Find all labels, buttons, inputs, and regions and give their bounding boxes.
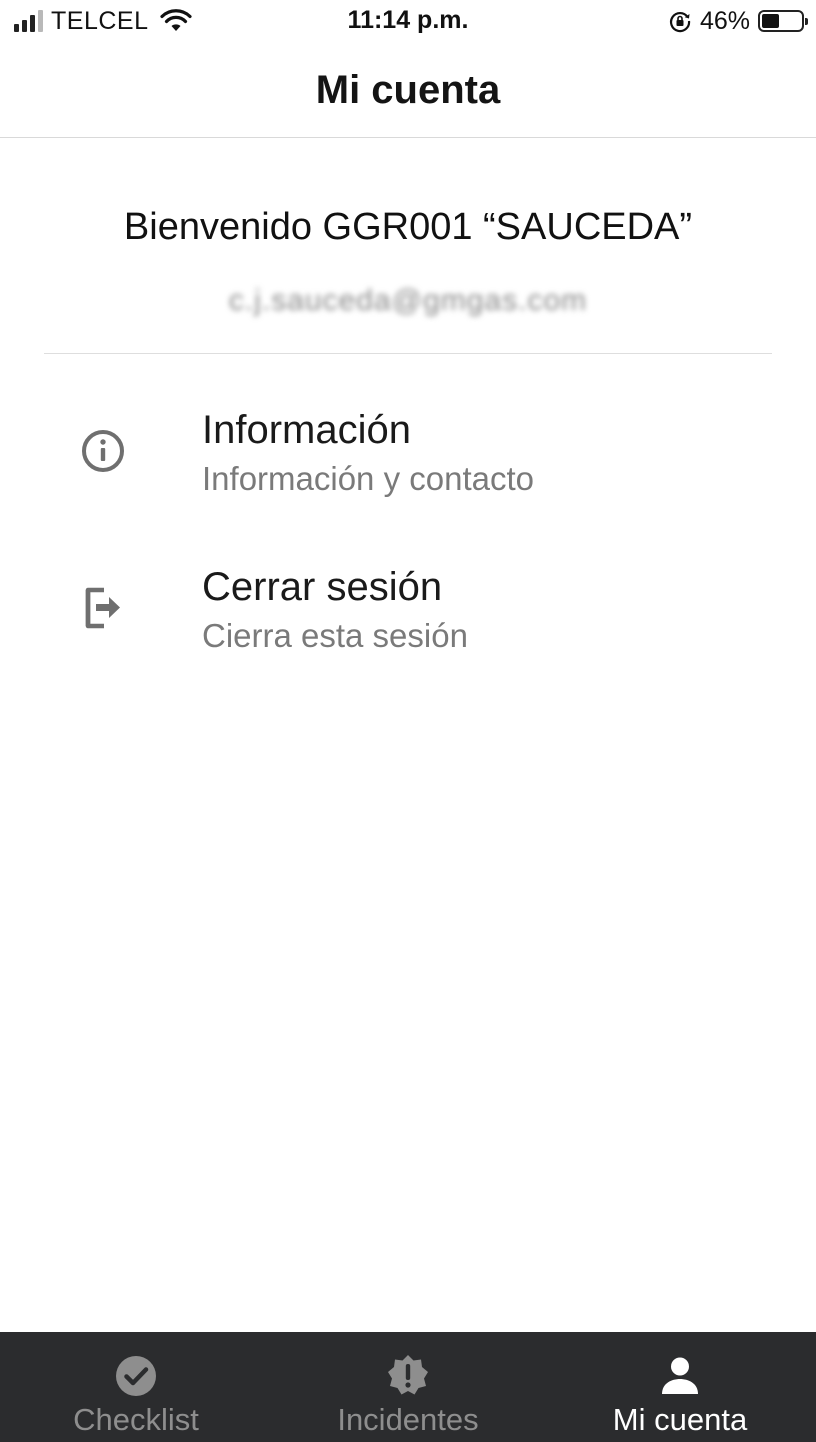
alert-badge-icon	[388, 1355, 428, 1395]
battery-percent: 46%	[699, 6, 750, 35]
menu-item-cerrar-sesion[interactable]: Cerrar sesión Cierra esta sesión	[0, 547, 816, 677]
logout-icon	[85, 587, 120, 629]
menu-item-title: Información	[202, 408, 411, 452]
person-icon	[662, 1357, 698, 1394]
menu-item-subtitle: Información y contacto	[202, 460, 534, 497]
status-right: 46%	[668, 6, 808, 36]
menu-item-subtitle: Cierra esta sesión	[202, 617, 468, 654]
header: Mi cuenta	[0, 44, 816, 138]
tab-checklist[interactable]: Checklist	[0, 1332, 272, 1442]
tab-label: Checklist	[73, 1402, 199, 1437]
tab-incidentes[interactable]: Incidentes	[272, 1332, 544, 1442]
status-bar: TELCEL 11:14 p.m. 46%	[0, 0, 816, 44]
menu-item-title: Cerrar sesión	[202, 565, 443, 609]
page-title: Mi cuenta	[315, 68, 501, 112]
bottom-nav: Checklist Incidentes Mi cuenta	[0, 1332, 816, 1442]
check-circle-icon	[116, 1356, 156, 1396]
menu-item-informacion[interactable]: Información Información y contacto	[0, 390, 816, 520]
info-icon	[82, 430, 124, 472]
battery-icon	[758, 10, 808, 32]
tab-label: Incidentes	[337, 1402, 479, 1437]
battery-fill	[762, 14, 779, 28]
tab-label: Mi cuenta	[612, 1402, 748, 1437]
welcome-text: Bienvenido GGR001 “SAUCEDA”	[123, 206, 693, 248]
divider	[44, 353, 772, 354]
tab-mi-cuenta[interactable]: Mi cuenta	[544, 1332, 816, 1442]
email-row: c.j.sauceda@gmgas.com	[0, 284, 816, 318]
rotation-lock-icon	[669, 12, 691, 33]
email-text: c.j.sauceda@gmgas.com	[228, 284, 588, 317]
